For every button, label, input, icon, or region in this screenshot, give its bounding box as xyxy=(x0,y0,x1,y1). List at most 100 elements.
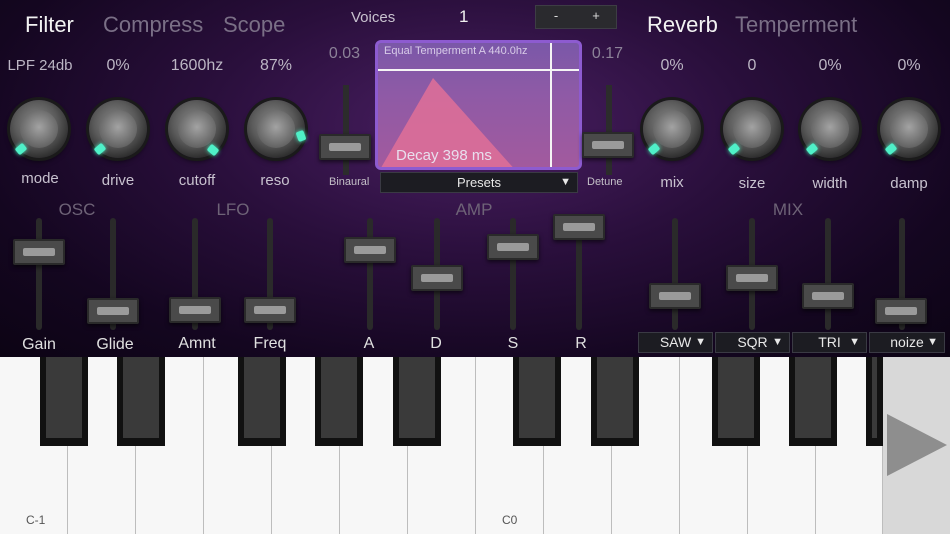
release-label: R xyxy=(575,335,587,352)
chevron-down-icon: ▼ xyxy=(560,176,571,188)
decay-slider-handle[interactable] xyxy=(411,265,463,291)
knob-indicator-icon xyxy=(884,142,898,156)
waveform-tri-label: TRI xyxy=(818,334,841,350)
reverb-width-value: 0% xyxy=(818,57,842,74)
osc-section-heading: OSC xyxy=(58,200,96,219)
waveform-dropdown-saw[interactable]: SAW ▼ xyxy=(638,332,713,353)
mode-knob[interactable] xyxy=(10,100,68,158)
waveform-dropdown-sqr[interactable]: SQR ▼ xyxy=(715,332,790,353)
drive-knob-label: drive xyxy=(101,172,135,189)
filter-mode-value: LPF 24db xyxy=(7,57,73,74)
saw-mix-slider-handle[interactable] xyxy=(649,283,701,309)
detune-slider-handle[interactable] xyxy=(582,132,634,158)
filter-cutoff-value: 1600hz xyxy=(170,57,224,74)
waveform-dropdown-tri[interactable]: TRI ▼ xyxy=(792,332,867,353)
binaural-value: 0.03 xyxy=(328,45,361,62)
tab-filter[interactable]: Filter xyxy=(25,12,74,38)
piano-black-key[interactable] xyxy=(117,357,165,446)
chevron-down-icon: ▼ xyxy=(849,336,860,348)
noize-mix-slider-handle[interactable] xyxy=(875,298,927,324)
attack-slider-track xyxy=(367,218,373,330)
decay-label: D xyxy=(430,335,442,352)
glide-slider-handle[interactable] xyxy=(87,298,139,324)
knob-indicator-icon xyxy=(295,129,307,143)
decay-readout: Decay 398 ms xyxy=(396,147,492,164)
piano-black-key[interactable] xyxy=(789,357,837,446)
filter-reso-value: 87% xyxy=(259,57,293,74)
attack-label: A xyxy=(363,335,375,352)
damp-knob-label: damp xyxy=(890,175,928,192)
chevron-down-icon: ▼ xyxy=(772,336,783,348)
knob-indicator-icon xyxy=(727,142,741,156)
binaural-slider-handle[interactable] xyxy=(319,134,371,160)
reverb-size-value: 0 xyxy=(747,57,757,74)
tri-mix-slider-handle[interactable] xyxy=(802,283,854,309)
chevron-down-icon: ▼ xyxy=(927,336,938,348)
tab-reverb[interactable]: Reverb xyxy=(647,12,718,38)
release-slider-handle[interactable] xyxy=(553,214,605,240)
waveform-dropdown-noize[interactable]: noize ▼ xyxy=(869,332,945,353)
voices-stepper: - + xyxy=(535,5,617,29)
piano-black-key[interactable] xyxy=(591,357,639,446)
mix-knob-label: mix xyxy=(660,174,684,191)
synth-panel: Filter Compress Scope Reverb Temperment … xyxy=(0,0,950,357)
reverb-mix-value: 0% xyxy=(660,57,684,74)
sustain-slider-handle[interactable] xyxy=(487,234,539,260)
cutoff-knob[interactable] xyxy=(168,100,226,158)
attack-slider-handle[interactable] xyxy=(344,237,396,263)
play-triangle-icon xyxy=(887,414,947,476)
piano-black-key[interactable] xyxy=(866,357,883,446)
piano-black-key[interactable] xyxy=(513,357,561,446)
knob-indicator-icon xyxy=(805,142,819,156)
width-knob[interactable] xyxy=(801,100,859,158)
waveform-noize-label: noize xyxy=(890,334,924,350)
piano-black-key[interactable] xyxy=(238,357,286,446)
voices-plus-button[interactable]: + xyxy=(576,8,616,23)
gain-slider-handle[interactable] xyxy=(13,239,65,265)
width-knob-label: width xyxy=(812,175,848,192)
presets-dropdown[interactable]: Presets ▼ xyxy=(380,172,578,193)
piano-keyboard: C-1 C0 xyxy=(0,357,883,534)
reso-knob-label: reso xyxy=(260,172,290,189)
detune-track xyxy=(606,85,612,175)
tab-compress[interactable]: Compress xyxy=(103,12,203,38)
reverb-damp-value: 0% xyxy=(897,57,921,74)
piano-black-key[interactable] xyxy=(40,357,88,446)
gain-slider-track xyxy=(36,218,42,330)
freq-slider-handle[interactable] xyxy=(244,297,296,323)
waveform-sqr-label: SQR xyxy=(737,334,768,350)
knob-indicator-icon xyxy=(14,142,28,156)
piano-black-key[interactable] xyxy=(712,357,760,446)
size-knob[interactable] xyxy=(723,100,781,158)
detune-value: 0.17 xyxy=(591,45,624,62)
tri-mix-slider-track xyxy=(825,218,831,330)
amp-section-heading: AMP xyxy=(455,200,493,219)
drive-knob[interactable] xyxy=(89,100,147,158)
amnt-slider-handle[interactable] xyxy=(169,297,221,323)
keyboard-scroll-button[interactable] xyxy=(883,357,950,534)
tab-scope[interactable]: Scope xyxy=(223,12,285,38)
knob-indicator-icon xyxy=(206,143,220,157)
mode-knob-label: mode xyxy=(21,170,59,187)
chevron-down-icon: ▼ xyxy=(695,336,706,348)
tab-temperment[interactable]: Temperment xyxy=(735,12,857,38)
mix-knob[interactable] xyxy=(643,100,701,158)
detune-label: Detune xyxy=(587,176,623,188)
lfo-section-heading: LFO xyxy=(216,200,250,219)
reso-knob[interactable] xyxy=(247,100,307,158)
piano-black-key[interactable] xyxy=(315,357,363,446)
binaural-track xyxy=(343,85,349,175)
sqr-mix-slider-handle[interactable] xyxy=(726,265,778,291)
voices-value: 1 xyxy=(459,7,469,26)
presets-label: Presets xyxy=(456,175,502,190)
knob-indicator-icon xyxy=(93,142,107,156)
sustain-label: S xyxy=(507,335,519,352)
voices-minus-button[interactable]: - xyxy=(536,8,576,23)
waveform-saw-label: SAW xyxy=(659,334,692,350)
knob-indicator-icon xyxy=(647,142,661,156)
saw-mix-slider-track xyxy=(672,218,678,330)
envelope-display[interactable]: Equal Temperment A 440.0hz Decay 398 ms xyxy=(375,40,582,170)
piano-black-key[interactable] xyxy=(393,357,441,446)
key-label-c0: C0 xyxy=(502,513,518,527)
damp-knob[interactable] xyxy=(880,100,938,158)
